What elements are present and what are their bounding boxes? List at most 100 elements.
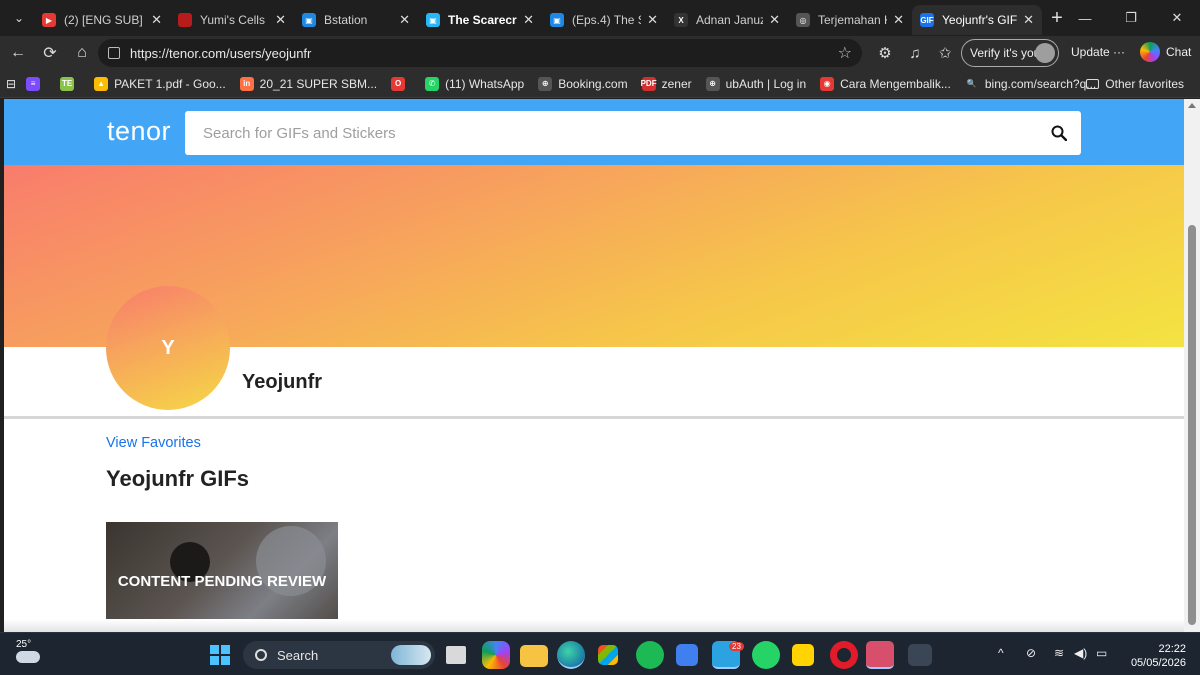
copilot-chat-button[interactable]: Chat xyxy=(1140,42,1191,62)
whatsapp-icon[interactable] xyxy=(752,641,780,669)
tab-close-icon[interactable]: ✕ xyxy=(275,12,286,28)
bookmark-item[interactable]: ✆ (11) WhatsApp xyxy=(425,76,524,91)
bookmark-item[interactable]: TE xyxy=(60,76,80,91)
avatar-initial: Y xyxy=(161,336,175,359)
tab-title: Yeojunfr's GIFs xyxy=(942,13,1018,27)
favorite-star-icon[interactable]: ☆ xyxy=(838,43,852,63)
browser-tab[interactable]: GIF Yeojunfr's GIFs ✕ xyxy=(912,5,1042,35)
taskbar-search-label: Search xyxy=(277,647,319,663)
wifi-icon[interactable]: ≋ xyxy=(1054,646,1064,660)
battery-icon[interactable]: ▭ xyxy=(1096,646,1107,660)
tab-close-icon[interactable]: ✕ xyxy=(1023,12,1034,28)
tab-close-icon[interactable]: ✕ xyxy=(151,12,162,28)
search-icon xyxy=(255,649,267,661)
tab-close-icon[interactable]: ✕ xyxy=(523,12,534,28)
sticky-notes-icon[interactable] xyxy=(792,644,814,666)
bookmark-favicon-icon: 🔍 xyxy=(964,76,979,91)
clock-date: 05/05/2026 xyxy=(1130,657,1186,669)
edge-browser-icon[interactable] xyxy=(557,641,585,669)
bookmark-item[interactable]: ◉ Cara Mengembalik... xyxy=(820,76,951,91)
bookmarks-bar: ⊟ ≡ TE ▲ PAKET 1.pdf - Goo... in 20_21 SUPER … xyxy=(0,70,1200,98)
verify-profile-button[interactable]: Verify it's you xyxy=(961,39,1059,67)
windows-taskbar: 25° Search ^ ⊘ ≋ ◀) ▭ 22:22 05/05/2026 xyxy=(0,632,1200,675)
close-window-button[interactable]: ✕ xyxy=(1154,10,1200,26)
tab-close-icon[interactable]: ✕ xyxy=(893,12,904,28)
volume-icon[interactable]: ◀) xyxy=(1074,646,1087,660)
other-favorites-folder[interactable]: Other favorites xyxy=(1086,77,1184,91)
extensions-icon[interactable]: ⚙ xyxy=(870,44,900,62)
weather-temperature[interactable]: 25° xyxy=(16,639,31,650)
tab-close-icon[interactable]: ✕ xyxy=(399,12,410,28)
network-off-icon[interactable]: ⊘ xyxy=(1026,646,1036,660)
show-hidden-icons-chevron-icon[interactable]: ^ xyxy=(998,646,1004,660)
browser-tab[interactable]: ▣ The Scarecrow ✕ xyxy=(418,5,542,35)
search-input[interactable] xyxy=(185,111,1005,155)
restore-button[interactable]: ❐ xyxy=(1108,10,1154,26)
tab-title: (2) [ENG SUB] C xyxy=(64,13,145,27)
bookmark-item[interactable]: PDF zener xyxy=(641,76,692,91)
favorites-icon[interactable]: ✩ xyxy=(930,44,960,62)
bookmark-label: PAKET 1.pdf - Goo... xyxy=(114,76,226,91)
copilot-icon[interactable] xyxy=(482,641,510,669)
media-icon[interactable]: ♫ xyxy=(900,45,930,62)
gif-card[interactable]: CONTENT PENDING REVIEW xyxy=(106,522,338,632)
address-bar[interactable]: https://tenor.com/users/yeojunfr ☆ xyxy=(98,39,862,67)
bookmark-item[interactable]: 🔍 bing.com/search?q... xyxy=(964,76,1096,91)
scrollbar-thumb[interactable] xyxy=(1188,225,1196,625)
task-view-icon[interactable] xyxy=(446,646,466,664)
photos-app-icon[interactable] xyxy=(866,641,894,669)
search-icon[interactable] xyxy=(1051,125,1067,141)
browser-tab[interactable]: ▶ (2) [ENG SUB] C ✕ xyxy=(34,5,170,35)
bookmark-label: 20_21 SUPER SBM... xyxy=(259,76,378,91)
bookmark-item[interactable]: ⊕ Booking.com xyxy=(538,76,628,91)
page-scrollbar[interactable] xyxy=(1184,99,1200,632)
tab-close-icon[interactable]: ✕ xyxy=(769,12,780,28)
bookmark-item[interactable]: ⊕ ubAuth | Log in xyxy=(705,76,807,91)
page-bottom-shadow xyxy=(4,619,1184,632)
weather-cloud-icon[interactable] xyxy=(16,651,40,663)
refresh-button[interactable]: ⟳ xyxy=(34,43,66,63)
minimize-button[interactable]: — xyxy=(1062,11,1108,26)
taskbar-search[interactable]: Search xyxy=(243,641,435,669)
bookmark-label: ubAuth | Log in xyxy=(725,76,807,91)
bookmark-favicon-icon: ⊕ xyxy=(538,76,553,91)
update-button[interactable]: Update ··· xyxy=(1071,45,1125,59)
scroll-up-arrow-icon[interactable] xyxy=(1188,103,1196,108)
system-clock[interactable]: 22:22 05/05/2026 xyxy=(1131,642,1186,670)
home-button[interactable]: ⌂ xyxy=(66,44,98,62)
browser-tab[interactable]: X Adnan Januzaj ✕ xyxy=(666,5,788,35)
view-favorites-link[interactable]: View Favorites xyxy=(106,435,201,451)
terminal-icon[interactable] xyxy=(908,644,932,666)
back-button[interactable]: ← xyxy=(2,44,34,62)
file-explorer-icon[interactable] xyxy=(520,645,548,667)
collections-icon[interactable]: ⊟ xyxy=(6,77,16,91)
tab-close-icon[interactable]: ✕ xyxy=(647,12,658,28)
profile-username: Yeojunfr xyxy=(242,371,323,393)
bookmark-favicon-icon: ▲ xyxy=(94,76,109,91)
browser-tab[interactable]: ◎ Terjemahan Ka ✕ xyxy=(788,5,912,35)
lock-icon xyxy=(108,47,120,59)
bookmark-label: zener xyxy=(661,76,692,91)
store-icon[interactable] xyxy=(598,645,618,665)
tab-actions-menu[interactable]: ⌄ xyxy=(4,5,34,31)
bookmark-favicon-icon: ✆ xyxy=(425,76,440,91)
bookmark-item[interactable]: O xyxy=(391,76,411,91)
verify-label: Verify it's you xyxy=(970,46,1041,60)
tab-title: Adnan Januzaj xyxy=(696,13,764,27)
opera-icon[interactable] xyxy=(830,641,858,669)
bookmark-item[interactable]: in 20_21 SUPER SBM... xyxy=(239,76,378,91)
roblox-icon[interactable] xyxy=(676,644,698,666)
start-button[interactable] xyxy=(210,645,230,665)
search-box xyxy=(185,111,1081,155)
tab-title: Bstation xyxy=(324,13,368,27)
bookmark-item[interactable]: ≡ xyxy=(26,76,46,91)
tenor-logo[interactable]: tenor xyxy=(107,116,171,147)
window-controls: — ❐ ✕ xyxy=(1062,0,1200,36)
browser-tab[interactable]: ▣ Bstation ✕ xyxy=(294,5,418,35)
spotify-icon[interactable] xyxy=(636,641,664,669)
browser-tab[interactable]: ▣ (Eps.4) The Sca ✕ xyxy=(542,5,666,35)
browser-tab[interactable]: Yumi's Cells (20 ✕ xyxy=(170,5,294,35)
bookmark-item[interactable]: ▲ PAKET 1.pdf - Goo... xyxy=(94,76,226,91)
bookmark-favicon-icon: in xyxy=(239,76,254,91)
tab-favicon-icon: GIF xyxy=(920,13,934,27)
